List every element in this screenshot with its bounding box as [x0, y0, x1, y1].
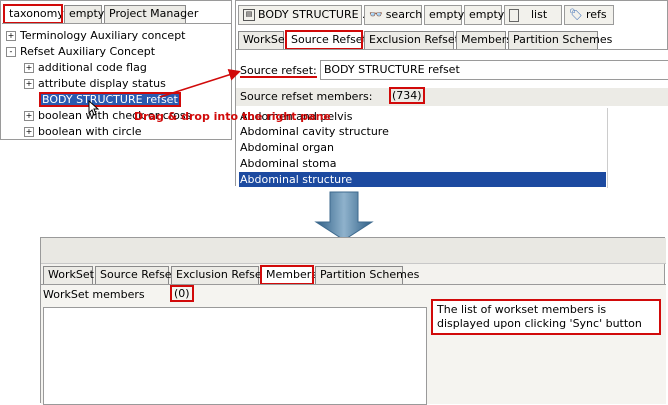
workset-members-view: WorkSet members (0) The list of workset …	[41, 284, 666, 405]
sync-info-note: The list of workset members is displayed…	[431, 299, 661, 335]
drag-instruction-text: Drag & drop into the right pane	[134, 110, 331, 123]
tab-members[interactable]: Members	[260, 265, 317, 285]
workset-members-panel: WorkSet Source Refset Exclusion Refsets …	[40, 237, 666, 405]
tab-partition-schemes[interactable]: Partition Schemes	[315, 266, 419, 284]
tab-source-refset[interactable]: Source Refset	[95, 266, 176, 284]
drag-arrow-line	[159, 69, 241, 98]
workset-members-list[interactable]	[43, 307, 427, 405]
workset-members-count: (0)	[170, 285, 194, 302]
workset-members-label: WorkSet members	[43, 288, 145, 301]
bottom-toolbar-strip	[41, 238, 666, 264]
tab-exclusion-refsets[interactable]: Exclusion Refsets	[171, 266, 272, 284]
down-arrow-icon	[314, 191, 374, 241]
tab-workset[interactable]: WorkSet	[43, 266, 94, 284]
bottom-subtab-bar: WorkSet Source Refset Exclusion Refsets …	[41, 265, 666, 285]
